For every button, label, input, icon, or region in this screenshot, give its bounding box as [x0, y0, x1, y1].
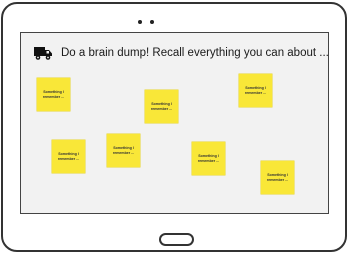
truck-icon: [34, 47, 52, 60]
tablet-screen: Do a brain dump! Recall everything you c…: [20, 32, 329, 214]
sticky-note[interactable]: Something Iremember ...: [145, 90, 178, 123]
sticky-note[interactable]: Something Iremember ...: [107, 134, 140, 167]
sticky-note-line: Something I: [43, 90, 64, 95]
sticky-note-line: remember ...: [244, 90, 267, 95]
sticky-note-line: Something I: [245, 86, 266, 91]
camera-dot: [138, 20, 142, 24]
sticky-note[interactable]: Something Iremember ...: [239, 74, 272, 107]
sticky-note-line: Something I: [58, 152, 79, 157]
sticky-note[interactable]: Something Iremember ...: [52, 140, 85, 173]
sticky-note-line: remember ...: [112, 150, 135, 155]
prompt-header: Do a brain dump! Recall everything you c…: [33, 43, 329, 63]
sticky-note-line: Something I: [198, 154, 219, 159]
sticky-note-line: remember ...: [266, 177, 289, 182]
sticky-note[interactable]: Something Iremember ...: [192, 142, 225, 175]
sticky-note-line: Something I: [151, 102, 172, 107]
sticky-note[interactable]: Something Iremember ...: [37, 78, 70, 111]
sticky-note-line: remember ...: [57, 156, 80, 161]
sticky-note-line: Something I: [267, 173, 288, 178]
sticky-note-line: remember ...: [150, 106, 173, 111]
sticky-note-line: Something I: [113, 146, 134, 151]
sticky-note[interactable]: Something Iremember ...: [261, 161, 294, 194]
camera-dot: [150, 20, 154, 24]
sticky-note-line: remember ...: [42, 94, 65, 99]
prompt-text: Do a brain dump! Recall everything you c…: [61, 47, 329, 59]
home-button[interactable]: [159, 233, 194, 246]
sticky-note-line: remember ...: [197, 158, 220, 163]
